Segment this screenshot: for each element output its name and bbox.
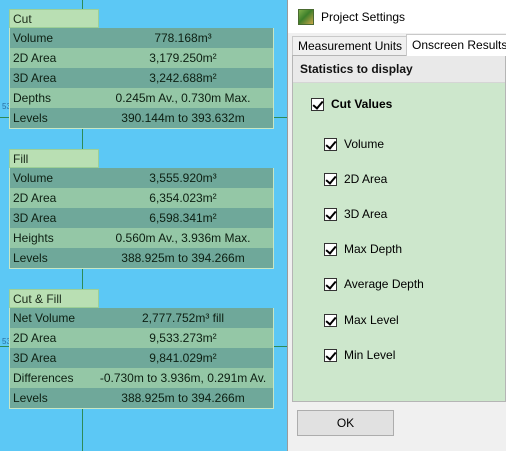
stat-value: 3,242.688m² (149, 71, 217, 85)
stat-label: 2D Area (13, 331, 57, 345)
stat-label: 2D Area (13, 51, 57, 65)
checkbox[interactable] (324, 172, 337, 186)
checkbox-label: Max Level (344, 313, 399, 327)
stat-label: Levels (13, 391, 48, 405)
tab-bar: Measurement Units Onscreen Results (292, 34, 506, 56)
stat-row: Volume 3,555.920m³ (9, 168, 274, 188)
stat-value: -0.730m to 3.936m, 0.291m Av. (99, 371, 267, 385)
stat-value: 388.925m to 394.266m (121, 251, 245, 265)
stat-label: 3D Area (13, 211, 57, 225)
stat-row: Net Volume 2,777.752m³ fill (9, 308, 274, 328)
stat-value: 6,354.023m² (149, 191, 217, 205)
dialog-titlebar[interactable]: Project Settings (288, 0, 506, 33)
checkbox-label: Average Depth (344, 277, 424, 291)
checkbox-label: Max Depth (344, 242, 403, 256)
checkbox[interactable] (311, 97, 324, 111)
stat-label: Levels (13, 111, 48, 125)
stat-row: 2D Area 9,533.273m² (9, 328, 274, 348)
cut-stats-panel: Cut Volume 778.168m³ 2D Area 3,179.250m² 3… (9, 9, 274, 129)
checkbox-label: 2D Area (344, 172, 388, 186)
volume-checkbox-row[interactable]: Volume (324, 137, 384, 151)
stat-row: Heights 0.560m Av., 3.936m Max. (9, 228, 274, 248)
checkbox-label: 3D Area (344, 207, 388, 221)
tab-measurement-units[interactable]: Measurement Units (292, 36, 408, 55)
checkbox[interactable] (324, 277, 337, 291)
checkbox[interactable] (324, 313, 337, 327)
stat-label: Volume (13, 171, 54, 185)
stat-row: 3D Area 6,598.341m² (9, 208, 274, 228)
max-depth-checkbox-row[interactable]: Max Depth (324, 242, 402, 256)
stat-label: Net Volume (13, 311, 76, 325)
stat-label: Volume (13, 31, 54, 45)
checkbox-label: Cut Values (331, 97, 393, 111)
checkbox[interactable] (324, 242, 337, 256)
max-level-checkbox-row[interactable]: Max Level (324, 313, 399, 327)
stat-value: 3,555.920m³ (149, 171, 217, 185)
2d-area-checkbox-row[interactable]: 2D Area (324, 172, 387, 186)
stat-value: 3,179.250m² (149, 51, 217, 65)
ok-button[interactable]: OK (297, 410, 394, 436)
dialog-title: Project Settings (321, 9, 406, 24)
stat-row: 3D Area 9,841.029m² (9, 348, 274, 368)
app-icon (298, 8, 314, 25)
stat-label: Depths (13, 91, 52, 105)
checkbox[interactable] (324, 348, 337, 362)
stat-value: 388.925m to 394.266m (121, 391, 245, 405)
tab-content-onscreen-results: Statistics to display Cut Values Volume … (292, 55, 506, 402)
panel-title: Cut & Fill (9, 289, 99, 308)
stat-label: 2D Area (13, 191, 57, 205)
3d-area-checkbox-row[interactable]: 3D Area (324, 207, 387, 221)
stat-row: 2D Area 3,179.250m² (9, 48, 274, 68)
project-settings-dialog: Project Settings Measurement Units Onscr… (287, 0, 506, 451)
stat-value: 6,598.341m² (149, 211, 217, 225)
stat-label: 3D Area (13, 351, 57, 365)
stat-row: 3D Area 3,242.688m² (9, 68, 274, 88)
checkbox[interactable] (324, 137, 337, 151)
dialog-footer: OK (288, 402, 506, 451)
stat-row: Differences -0.730m to 3.936m, 0.291m Av. (9, 368, 274, 388)
stat-label: Heights (13, 231, 54, 245)
stat-value: 9,533.273m² (149, 331, 217, 345)
tab-onscreen-results[interactable]: Onscreen Results (406, 34, 506, 56)
average-depth-checkbox-row[interactable]: Average Depth (324, 277, 424, 291)
stat-value: 778.168m³ (154, 31, 212, 45)
section-title: Statistics to display (293, 56, 505, 83)
checkbox-label: Min Level (344, 348, 396, 362)
stat-row: 2D Area 6,354.023m² (9, 188, 274, 208)
cut-values-checkbox-row[interactable]: Cut Values (311, 97, 392, 111)
stat-row: Levels 390.144m to 393.632m (9, 108, 274, 129)
min-level-checkbox-row[interactable]: Min Level (324, 348, 395, 362)
stat-value: 0.245m Av., 0.730m Max. (115, 91, 251, 105)
stat-row: Levels 388.925m to 394.266m (9, 388, 274, 409)
checkbox[interactable] (324, 207, 337, 221)
cut-fill-stats-panel: Cut & Fill Net Volume 2,777.752m³ fill 2D… (9, 289, 274, 409)
stat-row: Depths 0.245m Av., 0.730m Max. (9, 88, 274, 108)
stat-value: 390.144m to 393.632m (121, 111, 245, 125)
stat-value: 2,777.752m³ fill (141, 311, 225, 325)
panel-title: Cut (9, 9, 99, 28)
stat-value: 9,841.029m² (149, 351, 217, 365)
stat-label: 3D Area (13, 71, 57, 85)
stat-label: Differences (13, 371, 74, 385)
panel-title: Fill (9, 149, 99, 168)
stat-value: 0.560m Av., 3.936m Max. (115, 231, 251, 245)
checkbox-label: Volume (344, 137, 385, 151)
stat-row: Levels 388.925m to 394.266m (9, 248, 274, 269)
stat-label: Levels (13, 251, 48, 265)
fill-stats-panel: Fill Volume 3,555.920m³ 2D Area 6,354.023m… (9, 149, 274, 269)
stat-row: Volume 778.168m³ (9, 28, 274, 48)
